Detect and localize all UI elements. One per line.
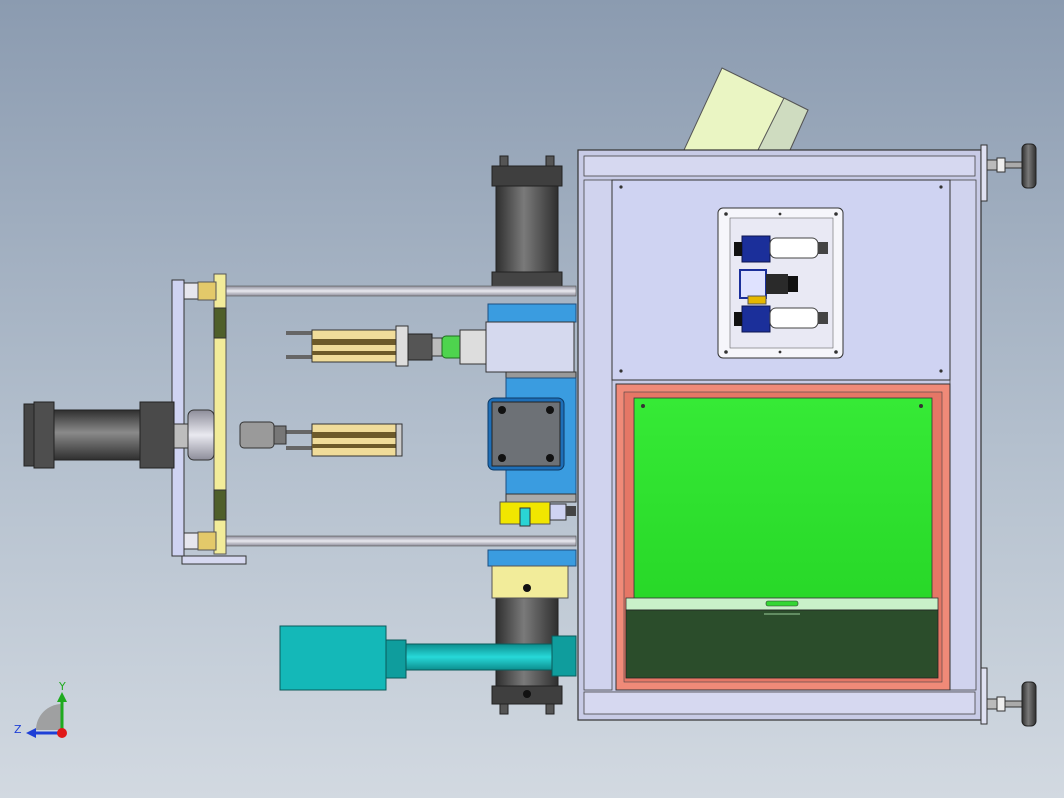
vertical-cylinder-top (491, 155, 563, 289)
triad-y-label: Y (58, 680, 66, 693)
blue-guide-block-middle (487, 377, 577, 503)
horizontal-main-cylinder (23, 401, 215, 469)
guide-rod-bottom (225, 535, 577, 547)
cad-viewport[interactable]: Y Z (0, 0, 1064, 798)
slide-cylinder-lower (239, 421, 403, 457)
blue-guide-block-lower (487, 549, 577, 599)
triad-z-label: Z (14, 723, 22, 736)
coordinate-triad: Y Z (14, 680, 67, 738)
leveling-foot-top (980, 143, 1037, 202)
triad-x-axis (57, 728, 67, 738)
machine-drawing: Y Z (14, 67, 1037, 738)
valve-manifold-plate (717, 207, 844, 359)
top-pale-box (683, 67, 809, 151)
slide-cylinder-upper (286, 325, 487, 367)
guide-rod-top (225, 285, 577, 297)
triad-arc (36, 704, 62, 730)
leveling-foot-bottom (980, 667, 1037, 727)
yellow-bracket (499, 501, 576, 527)
blue-guide-block-upper (485, 303, 577, 379)
drawer-tray (625, 597, 939, 679)
